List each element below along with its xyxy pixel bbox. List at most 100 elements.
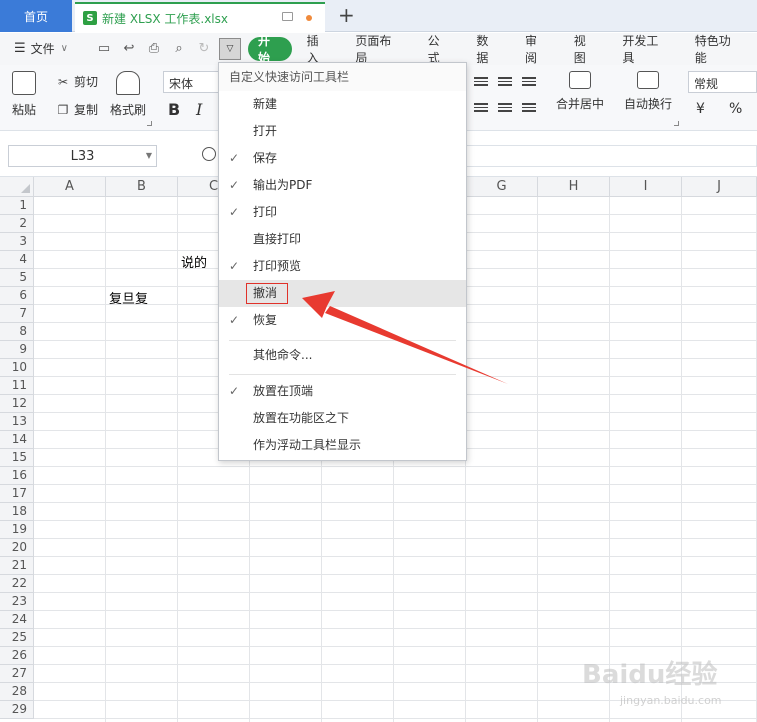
print-icon[interactable]: ⎙ xyxy=(146,41,162,57)
cut-button[interactable]: ✂ 剪切 xyxy=(56,73,98,90)
zoom-icon[interactable] xyxy=(202,147,216,161)
menu-item-label: 输出为PDF xyxy=(253,178,313,192)
cell-b6[interactable]: 复旦复 xyxy=(109,288,148,307)
column-header-b[interactable]: B xyxy=(106,177,178,197)
row-header-5[interactable]: 5 xyxy=(0,269,34,287)
tab-data[interactable]: 数据 xyxy=(466,34,510,65)
monitor-icon[interactable] xyxy=(282,12,293,21)
tab-review[interactable]: 审阅 xyxy=(515,34,559,65)
column-header-h[interactable]: H xyxy=(538,177,610,197)
row-header-11[interactable]: 11 xyxy=(0,377,34,395)
tab-view[interactable]: 视图 xyxy=(564,34,608,65)
merge-icon xyxy=(569,71,591,89)
row-header-13[interactable]: 13 xyxy=(0,413,34,431)
tab-insert[interactable]: 插入 xyxy=(297,34,341,65)
row-header-26[interactable]: 26 xyxy=(0,647,34,665)
number-format-select[interactable]: 常规 xyxy=(688,71,757,93)
font-name-select[interactable]: 宋体 xyxy=(163,71,223,93)
row-header-28[interactable]: 28 xyxy=(0,683,34,701)
menu-item-direct-print[interactable]: 直接打印 xyxy=(219,226,466,253)
menu-item-more-commands[interactable]: 其他命令... xyxy=(219,342,466,369)
row-header-16[interactable]: 16 xyxy=(0,467,34,485)
row-header-22[interactable]: 22 xyxy=(0,575,34,593)
align-bottom-icon[interactable] xyxy=(522,77,536,89)
row-header-25[interactable]: 25 xyxy=(0,629,34,647)
row-header-18[interactable]: 18 xyxy=(0,503,34,521)
row-header-3[interactable]: 3 xyxy=(0,233,34,251)
row-header-4[interactable]: 4 xyxy=(0,251,34,269)
name-box[interactable]: L33 ▼ xyxy=(8,145,157,167)
row-header-10[interactable]: 10 xyxy=(0,359,34,377)
align-middle-icon[interactable] xyxy=(498,77,512,89)
menu-item-place-top[interactable]: ✓ 放置在顶端 xyxy=(219,378,466,405)
row-header-14[interactable]: 14 xyxy=(0,431,34,449)
clipboard-group-launcher[interactable] xyxy=(147,121,152,126)
italic-button[interactable]: I xyxy=(196,100,202,119)
row-header-23[interactable]: 23 xyxy=(0,593,34,611)
row-header-29[interactable]: 29 xyxy=(0,701,34,719)
merge-center-button[interactable]: 合并居中 xyxy=(556,71,604,112)
menu-item-open[interactable]: 打开 xyxy=(219,118,466,145)
menu-item-save[interactable]: ✓ 保存 xyxy=(219,145,466,172)
select-all-corner[interactable] xyxy=(0,177,34,197)
column-header-j[interactable]: J xyxy=(682,177,757,197)
copy-button[interactable]: ❐ 复制 xyxy=(56,101,98,118)
row-header-6[interactable]: 6 xyxy=(0,287,34,305)
file-menu-button[interactable]: ☰ 文件 ∨ xyxy=(14,40,68,57)
column-header-a[interactable]: A xyxy=(34,177,106,197)
distribute-icon[interactable] xyxy=(522,103,536,115)
wrap-text-button[interactable]: 自动换行 xyxy=(624,71,672,112)
row-header-2[interactable]: 2 xyxy=(0,215,34,233)
new-tab-plus-icon[interactable]: + xyxy=(338,4,355,26)
menu-item-print[interactable]: ✓ 打印 xyxy=(219,199,466,226)
quick-access-dropdown-button[interactable]: ▽ xyxy=(219,38,241,60)
row-header-1[interactable]: 1 xyxy=(0,197,34,215)
row-header-21[interactable]: 21 xyxy=(0,557,34,575)
align-center-icon[interactable] xyxy=(498,103,512,115)
row-header-12[interactable]: 12 xyxy=(0,395,34,413)
row-header-8[interactable]: 8 xyxy=(0,323,34,341)
menu-item-export-pdf[interactable]: ✓ 输出为PDF xyxy=(219,172,466,199)
menu-item-redo[interactable]: ✓ 恢复 xyxy=(219,307,466,334)
currency-button[interactable]: ¥ xyxy=(696,101,705,117)
format-painter-button[interactable]: 格式刷 xyxy=(110,71,146,118)
row-header-24[interactable]: 24 xyxy=(0,611,34,629)
row-header-17[interactable]: 17 xyxy=(0,485,34,503)
row-header-20[interactable]: 20 xyxy=(0,539,34,557)
export-icon[interactable]: ↩ xyxy=(121,41,137,57)
file-menu-label: 文件 xyxy=(30,42,55,56)
menu-item-label: 新建 xyxy=(253,97,278,111)
tab-special-features[interactable]: 特色功能 xyxy=(685,34,752,65)
row-header-15[interactable]: 15 xyxy=(0,449,34,467)
tab-formulas[interactable]: 公式 xyxy=(418,34,462,65)
formula-input[interactable] xyxy=(466,145,757,167)
percent-button[interactable]: % xyxy=(729,101,742,117)
tab-page-layout[interactable]: 页面布局 xyxy=(345,34,412,65)
menu-item-print-preview[interactable]: ✓ 打印预览 xyxy=(219,253,466,280)
align-top-icon[interactable] xyxy=(474,77,488,89)
print-preview-icon[interactable]: ⌕ xyxy=(171,41,187,57)
spreadsheet-icon: S xyxy=(83,11,97,25)
menu-item-new[interactable]: 新建 xyxy=(219,91,466,118)
menu-item-place-below-ribbon[interactable]: 放置在功能区之下 xyxy=(219,405,466,432)
alignment-group-launcher[interactable] xyxy=(674,121,679,126)
tab-developer[interactable]: 开发工具 xyxy=(612,34,679,65)
menu-item-floating-toolbar[interactable]: 作为浮动工具栏显示 xyxy=(219,432,466,459)
tab-home-ribbon[interactable]: 开始 xyxy=(248,34,292,65)
bold-button[interactable]: B xyxy=(168,100,180,119)
row-header-19[interactable]: 19 xyxy=(0,521,34,539)
menu-item-undo[interactable]: 撤消 xyxy=(219,280,466,307)
row-header-9[interactable]: 9 xyxy=(0,341,34,359)
paste-button[interactable]: 粘贴 xyxy=(12,71,36,118)
tab-home[interactable]: 首页 xyxy=(0,0,72,32)
redo-icon[interactable]: ↻ xyxy=(196,41,212,57)
row-header-27[interactable]: 27 xyxy=(0,665,34,683)
column-header-i[interactable]: I xyxy=(610,177,682,197)
row-header-7[interactable]: 7 xyxy=(0,305,34,323)
cell-c4[interactable]: 说的 xyxy=(181,252,207,271)
column-header-g[interactable]: G xyxy=(466,177,538,197)
align-left-icon[interactable] xyxy=(474,103,488,115)
check-icon: ✓ xyxy=(229,384,240,398)
tab-workbook[interactable]: S 新建 XLSX 工作表.xlsx xyxy=(75,2,325,32)
save-icon[interactable]: ▭ xyxy=(96,41,112,57)
